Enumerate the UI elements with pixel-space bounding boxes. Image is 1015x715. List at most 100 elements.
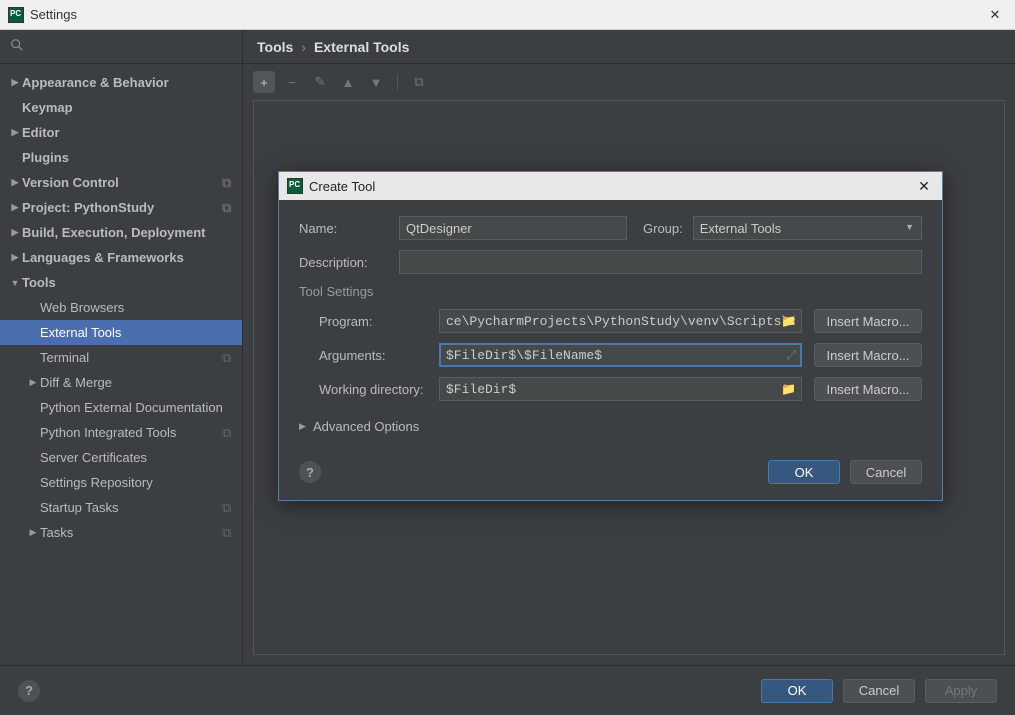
breadcrumb-leaf: External Tools <box>314 39 409 55</box>
move-down-button[interactable]: ▼ <box>365 71 387 93</box>
external-tools-toolbar: +−✎ ▲ ▼ ⧉ <box>243 64 1015 100</box>
breadcrumb-sep: › <box>301 39 306 55</box>
search-icon <box>10 38 30 55</box>
sidebar-item-label: Appearance & Behavior <box>22 75 242 90</box>
chevron-right-icon <box>8 202 22 213</box>
chevron-right-icon <box>8 77 22 88</box>
sidebar-item-label: Server Certificates <box>40 450 242 465</box>
working-dir-input[interactable] <box>439 377 802 401</box>
edit-button[interactable]: ✎ <box>309 71 331 93</box>
search-box[interactable] <box>0 30 242 64</box>
sidebar-item[interactable]: Diff & Merge <box>0 370 242 395</box>
scope-icon: ⧉ <box>222 425 242 441</box>
sidebar-item-label: Web Browsers <box>40 300 242 315</box>
chevron-right-icon <box>8 177 22 188</box>
dialog-titlebar: Create Tool ✕ <box>279 172 942 200</box>
name-label: Name: <box>299 221 399 236</box>
sidebar-item-label: Tasks <box>40 525 222 540</box>
help-icon[interactable]: ? <box>18 680 40 702</box>
sidebar-item[interactable]: Editor <box>0 120 242 145</box>
sidebar-item-label: Settings Repository <box>40 475 242 490</box>
chevron-right-icon <box>26 377 40 388</box>
sidebar-item-label: Version Control <box>22 175 222 190</box>
arguments-input[interactable] <box>439 343 802 367</box>
sidebar-item[interactable]: Settings Repository <box>0 470 242 495</box>
sidebar-item[interactable]: Build, Execution, Deployment <box>0 220 242 245</box>
sidebar-item[interactable]: Plugins <box>0 145 242 170</box>
pycharm-icon <box>8 7 24 23</box>
program-label: Program: <box>299 314 439 329</box>
sidebar-item[interactable]: Web Browsers <box>0 295 242 320</box>
cancel-button[interactable]: Cancel <box>843 679 915 703</box>
chevron-right-icon <box>8 227 22 238</box>
description-label: Description: <box>299 255 399 270</box>
sidebar-item[interactable]: External Tools <box>0 320 242 345</box>
scope-icon: ⧉ <box>222 500 242 516</box>
chevron-down-icon <box>8 278 22 288</box>
sidebar-item[interactable]: Appearance & Behavior <box>0 70 242 95</box>
copy-button[interactable]: ⧉ <box>408 71 430 93</box>
settings-tree: Appearance & Behavior Keymap Editor Plugins… <box>0 64 242 665</box>
external-tools-canvas: Create Tool ✕ Name: Group: ▼ Descri <box>253 100 1005 655</box>
sidebar-item-label: Editor <box>22 125 242 140</box>
close-icon[interactable]: ✕ <box>983 7 1007 23</box>
sidebar-item[interactable]: Server Certificates <box>0 445 242 470</box>
chevron-right-icon: ▶ <box>299 421 313 432</box>
scope-icon: ⧉ <box>222 200 242 216</box>
sidebar-item[interactable]: Languages & Frameworks <box>0 245 242 270</box>
sidebar-item[interactable]: Python External Documentation <box>0 395 242 420</box>
settings-footer: ? OK Cancel Apply <box>0 665 1015 715</box>
sidebar-item-label: Terminal <box>40 350 222 365</box>
sidebar-item[interactable]: Startup Tasks⧉ <box>0 495 242 520</box>
sidebar-item[interactable]: Python Integrated Tools⧉ <box>0 420 242 445</box>
tool-settings-label: Tool Settings <box>299 284 922 299</box>
window-titlebar: Settings ✕ <box>0 0 1015 30</box>
sidebar-item[interactable]: Tools <box>0 270 242 295</box>
dialog-ok-button[interactable]: OK <box>768 460 840 484</box>
insert-macro-workingdir-button[interactable]: Insert Macro... <box>814 377 922 401</box>
breadcrumb-root: Tools <box>257 39 293 55</box>
move-up-button[interactable]: ▲ <box>337 71 359 93</box>
sidebar-item-label: External Tools <box>40 325 242 340</box>
program-input[interactable] <box>439 309 802 333</box>
apply-button[interactable]: Apply <box>925 679 997 703</box>
chevron-right-icon <box>8 252 22 263</box>
remove-button[interactable]: − <box>281 71 303 93</box>
group-select[interactable] <box>693 216 922 240</box>
sidebar-item[interactable]: Tasks⧉ <box>0 520 242 545</box>
chevron-right-icon <box>26 527 40 538</box>
sidebar-item-label: Python External Documentation <box>40 400 242 415</box>
scope-icon: ⧉ <box>222 350 242 366</box>
dialog-close-icon[interactable]: ✕ <box>914 178 934 195</box>
search-input[interactable] <box>30 39 232 54</box>
chevron-right-icon <box>8 127 22 138</box>
insert-macro-program-button[interactable]: Insert Macro... <box>814 309 922 333</box>
sidebar-item-label: Languages & Frameworks <box>22 250 242 265</box>
sidebar-item[interactable]: Terminal⧉ <box>0 345 242 370</box>
sidebar-item-label: Plugins <box>22 150 242 165</box>
dialog-cancel-button[interactable]: Cancel <box>850 460 922 484</box>
settings-content: Tools › External Tools +−✎ ▲ ▼ ⧉ Create Too… <box>243 30 1015 665</box>
sidebar-item-label: Startup Tasks <box>40 500 222 515</box>
sidebar-item[interactable]: Project: PythonStudy⧉ <box>0 195 242 220</box>
sidebar-item-label: Keymap <box>22 100 242 115</box>
group-label: Group: <box>643 221 683 236</box>
sidebar-item-label: Diff & Merge <box>40 375 242 390</box>
advanced-options-label: Advanced Options <box>313 419 419 434</box>
sidebar-item[interactable]: Keymap <box>0 95 242 120</box>
insert-macro-arguments-button[interactable]: Insert Macro... <box>814 343 922 367</box>
sidebar-item-label: Project: PythonStudy <box>22 200 222 215</box>
pycharm-icon <box>287 178 303 194</box>
scope-icon: ⧉ <box>222 525 242 541</box>
ok-button[interactable]: OK <box>761 679 833 703</box>
name-input[interactable] <box>399 216 627 240</box>
sidebar-item[interactable]: Version Control⧉ <box>0 170 242 195</box>
toolbar-separator <box>397 74 398 90</box>
sidebar-item-label: Build, Execution, Deployment <box>22 225 242 240</box>
description-input[interactable] <box>399 250 922 274</box>
add-button[interactable]: + <box>253 71 275 93</box>
advanced-options-toggle[interactable]: ▶ Advanced Options <box>299 419 922 434</box>
dialog-title: Create Tool <box>309 179 914 194</box>
help-icon[interactable]: ? <box>299 461 321 483</box>
create-tool-dialog: Create Tool ✕ Name: Group: ▼ Descri <box>278 171 943 501</box>
